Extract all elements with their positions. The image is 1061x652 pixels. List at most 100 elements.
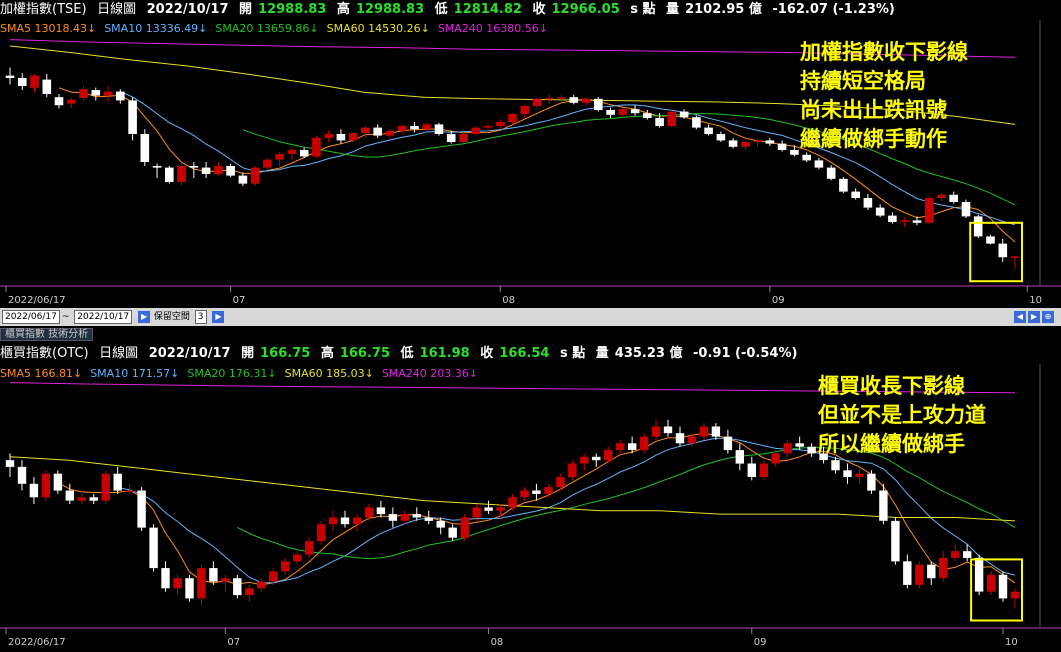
top-candle: [434, 122, 444, 136]
tab-bar: 櫃買指數 技術分析: [0, 328, 94, 342]
top-candle: [630, 105, 640, 116]
top-candle: [275, 151, 284, 166]
top-candle: [128, 97, 137, 141]
top-candle: [704, 124, 713, 136]
top-candle: [545, 94, 554, 104]
bottom-header: 櫃買指數(OTC) 日線圖 2022/10/17 開 166.75 高 166.75…: [0, 344, 803, 364]
bottom-candle: [891, 517, 900, 565]
start-date-field[interactable]: 2022/06/17: [2, 309, 60, 324]
top-candle: [263, 158, 272, 170]
top-candle: [116, 89, 125, 104]
bottom-candle: [209, 561, 218, 585]
bottom-candle: [532, 483, 541, 501]
bottom-candle: [663, 419, 673, 437]
bottom-candle: [257, 578, 266, 592]
bottom-candle: [53, 470, 63, 494]
bottom-candle: [807, 443, 816, 457]
keep-space-field[interactable]: 3: [194, 309, 207, 324]
top-candle: [5, 67, 15, 85]
bottom-xtick-label: 10: [1005, 637, 1018, 648]
top-annotation-line-0: 加權指數收下影線: [800, 40, 968, 64]
top-candle: [851, 188, 860, 200]
top-candle: [594, 97, 603, 112]
top-open: 12988.83: [258, 2, 327, 17]
bottom-annotation-line-1: 但並不是上攻力道: [818, 403, 986, 427]
bottom-xtick-label: 07: [227, 637, 240, 648]
bottom-candle: [364, 504, 374, 521]
top-candle: [324, 130, 333, 142]
top-candle: [606, 107, 615, 118]
bottom-annotation-line-0: 櫃買收長下影線: [818, 374, 965, 398]
top-candle: [961, 199, 971, 218]
bottom-candle: [448, 524, 457, 542]
bottom-sma60-line: [9, 456, 1016, 522]
scroll-left-icon[interactable]: ◀: [1014, 310, 1026, 323]
top-volume: 2102.95 億: [685, 2, 762, 17]
bottom-candle: [843, 463, 852, 484]
bottom-candle: [376, 500, 386, 518]
apply-icon[interactable]: ▶: [212, 310, 225, 323]
bottom-candle: [998, 571, 1008, 602]
bottom-candle: [580, 453, 589, 471]
top-candle: [165, 166, 174, 184]
top-candle: [692, 115, 701, 130]
bottom-candle: [352, 514, 362, 531]
bottom-candle: [245, 584, 254, 602]
bottom-close-label: 收: [480, 346, 494, 361]
top-candle: [679, 109, 689, 119]
tab-otc-analysis[interactable]: 櫃買指數 技術分析: [0, 328, 94, 341]
top-close-label: 收: [532, 2, 546, 17]
bottom-xtick-label: 08: [491, 637, 504, 648]
bottom-candle: [29, 477, 39, 504]
bottom-candle: [161, 561, 170, 592]
top-candle: [91, 87, 101, 101]
bottom-candle: [520, 487, 529, 501]
top-candle: [888, 212, 897, 224]
bottom-candle: [41, 470, 51, 501]
bottom-candle: [388, 507, 398, 528]
bottom-candle: [939, 551, 948, 582]
bottom-candle: [197, 564, 206, 606]
top-candle: [986, 234, 995, 245]
top-candle: [152, 163, 162, 178]
scroll-right-icon[interactable]: ▶: [1028, 310, 1040, 323]
bottom-period: 日線圖: [99, 346, 139, 361]
top-candle: [471, 126, 480, 136]
bottom-annotation-line-2: 所以繼續做綁手: [818, 432, 965, 456]
bottom-candle: [903, 554, 912, 589]
bottom-vol-label: 量: [595, 346, 609, 361]
top-candle: [177, 163, 186, 186]
top-candle: [741, 140, 750, 150]
go-icon[interactable]: ▶: [138, 310, 151, 323]
bottom-candle: [304, 537, 314, 558]
top-candle: [667, 110, 677, 128]
top-candle: [385, 129, 395, 139]
top-candle: [30, 74, 39, 93]
top-candle: [397, 124, 407, 134]
bottom-xtick-label: 2022/06/17: [8, 637, 66, 648]
bottom-candle: [986, 571, 996, 596]
bottom-candle: [699, 423, 709, 440]
top-candle: [532, 97, 542, 109]
top-candle: [459, 132, 468, 144]
bottom-candle: [867, 470, 876, 494]
bottom-candle: [316, 520, 326, 545]
bottom-candle: [544, 483, 553, 498]
top-annotation-line-2: 尚未出止跌訊號: [800, 98, 947, 122]
top-candle: [839, 177, 848, 194]
top-header: 加權指數(TSE) 日線圖 2022/10/17 開 12988.83 高 1298…: [0, 0, 901, 20]
top-xtick-label: 07: [233, 295, 246, 306]
top-candle: [312, 135, 321, 158]
zoom-icon[interactable]: ⊕: [1042, 310, 1054, 323]
bottom-candle: [639, 433, 649, 454]
bottom-low: 161.98: [419, 346, 470, 361]
top-period: 日線圖: [97, 2, 137, 17]
top-candle: [728, 138, 738, 149]
bottom-candle: [604, 446, 613, 464]
top-candle: [140, 129, 150, 166]
top-index-name: 加權指數(TSE): [0, 2, 87, 17]
bottom-candle: [173, 574, 182, 596]
bottom-volume: 435.23 億: [614, 346, 683, 361]
end-date-field[interactable]: 2022/10/17: [74, 309, 133, 324]
top-candle: [201, 162, 211, 178]
